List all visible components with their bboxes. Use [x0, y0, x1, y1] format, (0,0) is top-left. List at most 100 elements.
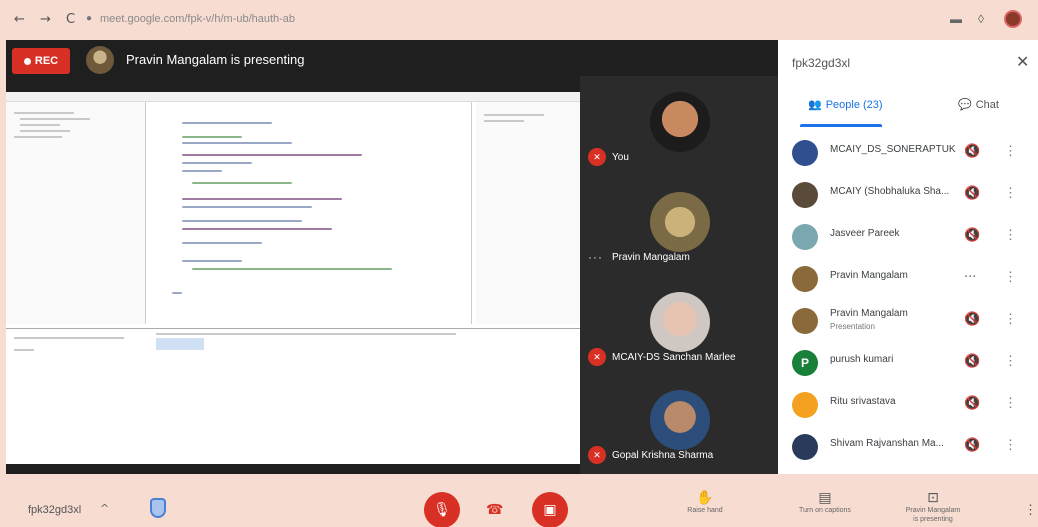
mic-off-icon: ✕ — [588, 148, 606, 166]
avatar — [792, 434, 818, 460]
mic-off-icon: ✕ — [588, 446, 606, 464]
participant-tile[interactable]: ✕ MCAIY-DS Sanchan Marlee — [580, 280, 778, 376]
avatar — [792, 308, 818, 334]
more-dots-icon: ··· — [964, 270, 977, 285]
participant-avatar — [650, 292, 710, 352]
captions-label: Turn on captions — [799, 507, 851, 514]
more-options-icon[interactable]: ⋮ — [1004, 353, 1017, 369]
tab-chat-label: Chat — [975, 98, 999, 111]
participant-row[interactable]: Ritu srivastava 🔇 ⋮ — [778, 384, 1038, 426]
participant-avatar — [650, 390, 710, 450]
participant-subtitle: Presentation — [830, 322, 875, 331]
present-icon: ⊡ — [927, 490, 939, 506]
tab-people-label: People (23) — [825, 98, 883, 111]
participant-name: MCAIY (Shobhaluka Sha... — [830, 186, 950, 197]
raise-hand-label: Raise hand — [687, 507, 723, 514]
close-icon[interactable]: ✕ — [1016, 52, 1029, 71]
meeting-code[interactable]: fpk32gd3xl — [28, 504, 81, 516]
captions-icon: ▤ — [818, 490, 832, 506]
shared-screen — [6, 92, 580, 464]
participant-avatar — [650, 92, 710, 152]
chevron-up-icon[interactable]: ^ — [100, 502, 109, 515]
mic-off-icon: ✕ — [588, 348, 606, 366]
extension-icon[interactable]: ▬ — [950, 12, 962, 26]
mic-off-icon: 🔇 — [964, 186, 981, 201]
more-options-icon[interactable]: ⋮ — [1004, 227, 1017, 243]
participant-name: Ritu srivastava — [830, 396, 896, 407]
recording-badge: REC — [12, 48, 70, 74]
more-options-icon[interactable]: ⋮ — [1004, 185, 1017, 201]
mic-off-icon: 🔇 — [964, 354, 981, 369]
participant-row[interactable]: MCAIY (Shobhaluka Sha... 🔇 ⋮ — [778, 174, 1038, 216]
participant-name: Gopal Krishna Sharma — [612, 450, 714, 461]
presenting-label-2: is presenting — [913, 516, 953, 523]
address-bar[interactable]: meet.google.com/fpk-v/h/m-ub/hauth-ab — [100, 13, 295, 25]
reload-icon[interactable]: C — [66, 12, 75, 27]
avatar — [792, 140, 818, 166]
participant-row[interactable]: MCAIY_DS_SONERAPTUK 🔇 ⋮ — [778, 132, 1038, 174]
hand-icon: ✋ — [696, 490, 714, 506]
avatar — [792, 224, 818, 250]
mic-toggle-button[interactable]: 🎙 — [424, 492, 460, 527]
captions-button[interactable]: ▤ Turn on captions — [780, 490, 870, 515]
participant-name: Pravin Mangalam — [830, 308, 908, 319]
participant-name: MCAIY-DS Sanchan Marlee — [612, 352, 736, 363]
mic-off-icon: 🔇 — [964, 396, 981, 411]
participant-tiles: ✕ You ··· Pravin Mangalam ✕ MCAIY-DS San… — [580, 76, 778, 474]
active-tab-indicator — [800, 124, 882, 127]
presenting-button[interactable]: ⊡ Pravin Mangalam is presenting — [888, 490, 978, 524]
participant-name: Jasveer Pareek — [830, 228, 900, 239]
hangup-button[interactable]: ☎ — [486, 502, 503, 518]
avatar — [792, 182, 818, 208]
profile-avatar[interactable] — [1004, 10, 1022, 28]
more-options-icon[interactable]: ⋮ — [1004, 311, 1017, 327]
avatar — [792, 266, 818, 292]
participant-tile[interactable]: ··· Pravin Mangalam — [580, 180, 778, 276]
more-options-icon[interactable]: ⋮ — [1004, 143, 1017, 159]
participant-avatar — [650, 192, 710, 252]
shield-icon[interactable] — [150, 498, 166, 518]
ide-console-pane — [6, 328, 580, 464]
presenter-title: Pravin Mangalam is presenting — [126, 52, 305, 67]
participant-name: purush kumari — [830, 354, 894, 365]
presenter-avatar — [86, 46, 114, 74]
more-options-icon[interactable]: ⋮ — [1004, 437, 1017, 453]
chat-icon: 💬 — [958, 99, 972, 111]
participant-name: Pravin Mangalam — [612, 252, 690, 263]
browser-toolbar: ← → C ● meet.google.com/fpk-v/h/m-ub/hau… — [0, 0, 1038, 40]
ide-console-tab — [156, 338, 204, 350]
participant-row[interactable]: Pravin Mangalam ··· ⋮ — [778, 258, 1038, 300]
more-options-icon[interactable]: ⋮ — [1024, 502, 1037, 518]
participant-row[interactable]: P purush kumari 🔇 ⋮ — [778, 342, 1038, 384]
avatar — [792, 392, 818, 418]
participant-tile[interactable]: ✕ Gopal Krishna Sharma — [580, 378, 778, 474]
raise-hand-button[interactable]: ✋ Raise hand — [660, 490, 750, 515]
more-options-icon[interactable]: ⋮ — [1004, 395, 1017, 411]
meeting-stage: REC Pravin Mangalam is presenting ✕ You … — [6, 40, 778, 474]
panel-meeting-code: fpk32gd3xl — [792, 56, 851, 70]
ide-code-editor — [152, 102, 472, 324]
tab-chat[interactable]: 💬 Chat — [958, 98, 999, 112]
camera-off-icon: ▣ — [543, 502, 557, 518]
camera-toggle-button[interactable]: ▣ — [532, 492, 568, 527]
more-options-icon[interactable]: ⋮ — [1004, 269, 1017, 285]
forward-icon[interactable]: → — [40, 12, 51, 27]
participant-row[interactable]: Jasveer Pareek 🔇 ⋮ — [778, 216, 1038, 258]
mic-off-icon: 🔇 — [964, 438, 981, 453]
back-icon[interactable]: ← — [14, 12, 25, 27]
lock-icon: ● — [86, 13, 93, 24]
participant-name: Pravin Mangalam — [830, 270, 908, 281]
record-dot-icon — [23, 57, 31, 65]
participant-row[interactable]: Shivam Rajvanshan Ma... 🔇 ⋮ — [778, 426, 1038, 468]
participant-row[interactable]: Pravin Mangalam Presentation 🔇 ⋮ — [778, 300, 1038, 342]
participant-name: MCAIY_DS_SONERAPTUK — [830, 144, 956, 155]
speaking-indicator-icon: ··· — [588, 250, 603, 264]
mic-off-icon: 🔇 — [964, 312, 981, 327]
people-icon: 👥 — [808, 99, 822, 111]
meeting-controls: fpk32gd3xl ^ 🎙 ☎ ▣ ✋ Raise hand ▤ Turn o… — [0, 474, 1038, 527]
participant-tile[interactable]: ✕ You — [580, 80, 778, 176]
puzzle-icon[interactable]: ◊ — [978, 12, 984, 26]
people-panel: fpk32gd3xl ✕ 👥 People (23) 💬 Chat MCAIY_… — [778, 40, 1038, 474]
tab-people[interactable]: 👥 People (23) — [808, 98, 883, 112]
participant-name: You — [612, 152, 629, 163]
